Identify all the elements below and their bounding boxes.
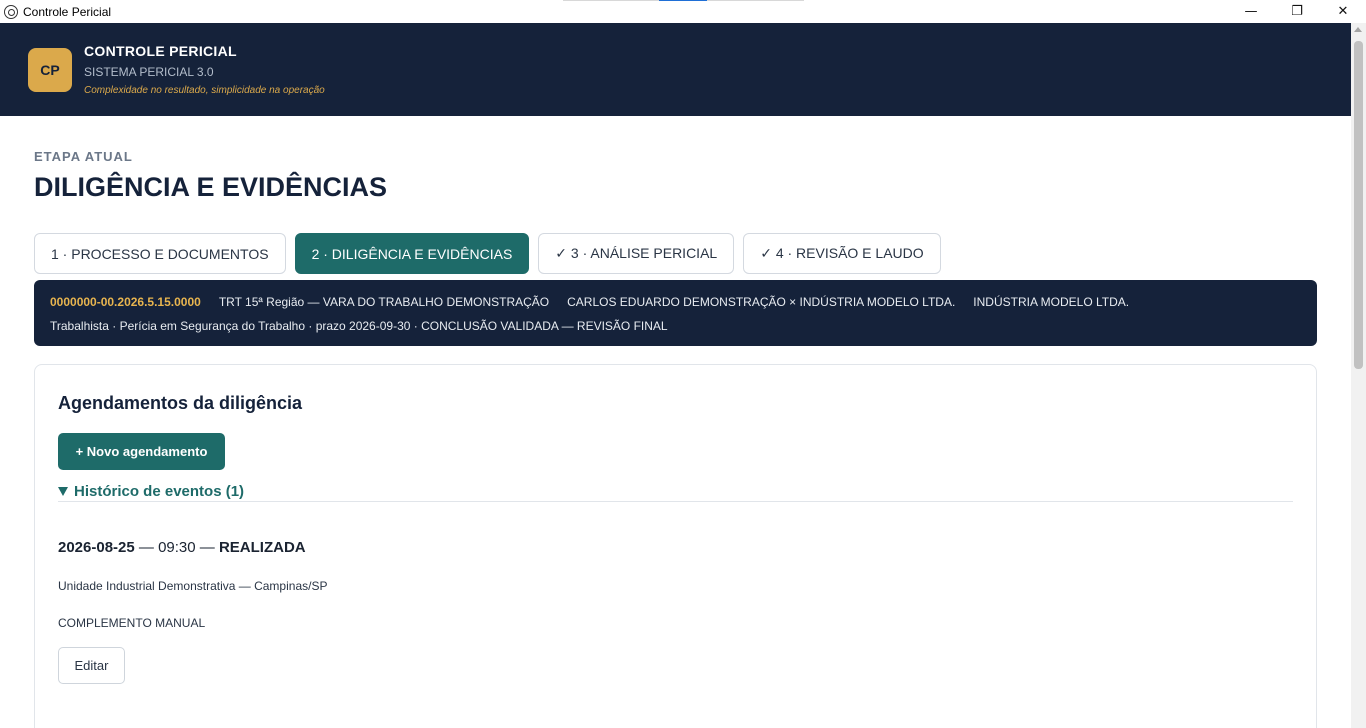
event-header: 2026-08-25 — 09:30 — REALIZADA — [58, 539, 306, 556]
case-parties: CARLOS EDUARDO DEMONSTRAÇÃO × INDÚSTRIA … — [567, 295, 956, 309]
scroll-up-icon[interactable] — [1354, 27, 1362, 32]
brand-name: CONTROLE PERICIAL — [84, 43, 237, 59]
window-title: Controle Pericial — [23, 4, 112, 19]
tab-processo-documentos[interactable]: 1 · PROCESSO E DOCUMENTOS — [34, 233, 286, 274]
case-summary-banner: 0000000-00.2026.5.15.0000 TRT 15ª Região… — [34, 280, 1317, 346]
restore-icon[interactable]: ❐ — [1274, 0, 1320, 23]
brand-subtitle: SISTEMA PERICIAL 3.0 — [84, 65, 214, 79]
tab-analise-pericial[interactable]: ✓ 3 · ANÁLISE PERICIAL — [538, 233, 735, 274]
event-time: 09:30 — [158, 539, 196, 556]
stage-tabs: 1 · PROCESSO E DOCUMENTOS 2 · DILIGÊNCIA… — [34, 233, 941, 274]
company-name: INDÚSTRIA MODELO LTDA. — [973, 295, 1130, 309]
event-separator: — — [195, 539, 219, 556]
titlebar-loading-bar — [563, 0, 804, 1]
app-header: CP CONTROLE PERICIAL SISTEMA PERICIAL 3.… — [0, 23, 1351, 116]
edit-event-button[interactable]: Editar — [58, 647, 125, 684]
event-date: 2026-08-25 — [58, 539, 135, 556]
app-logo: CP — [28, 48, 72, 92]
tab-diligencia-evidencias[interactable]: 2 · DILIGÊNCIA E EVIDÊNCIAS — [294, 233, 530, 274]
event-separator: — — [134, 539, 159, 556]
brand-tagline: Complexidade no resultado, simplicidade … — [84, 85, 325, 96]
triangle-down-icon — [58, 487, 68, 496]
process-number: 0000000-00.2026.5.15.0000 — [50, 295, 201, 309]
court-name: TRT 15ª Região — VARA DO TRABALHO DEMONS… — [218, 295, 550, 309]
case-details: Trabalhista · Perícia em Segurança do Tr… — [50, 319, 668, 333]
close-icon[interactable]: ✕ — [1320, 0, 1366, 23]
new-schedule-button[interactable]: + Novo agendamento — [58, 433, 225, 470]
history-toggle[interactable]: Histórico de eventos (1) — [58, 483, 244, 500]
window-titlebar: Controle Pericial — ❐ ✕ — [0, 0, 1366, 23]
event-status: REALIZADA — [218, 539, 306, 556]
event-note: COMPLEMENTO MANUAL — [58, 616, 206, 630]
app-icon — [4, 4, 18, 19]
minimize-icon[interactable]: — — [1228, 0, 1274, 23]
page-title: DILIGÊNCIA E EVIDÊNCIAS — [34, 172, 388, 202]
divider — [58, 501, 1293, 502]
history-label: Histórico de eventos (1) — [74, 483, 245, 500]
schedules-card: Agendamentos da diligência + Novo agenda… — [34, 364, 1317, 728]
tab-revisao-laudo[interactable]: ✓ 4 · REVISÃO E LAUDO — [743, 233, 941, 274]
event-location: Unidade Industrial Demonstrativa — Campi… — [58, 579, 328, 593]
stage-label: ETAPA ATUAL — [34, 149, 133, 164]
page-scrollbar[interactable] — [1351, 23, 1366, 728]
schedules-title: Agendamentos da diligência — [58, 393, 303, 413]
scrollbar-thumb[interactable] — [1354, 41, 1363, 369]
window-controls: — ❐ ✕ — [1228, 0, 1366, 23]
